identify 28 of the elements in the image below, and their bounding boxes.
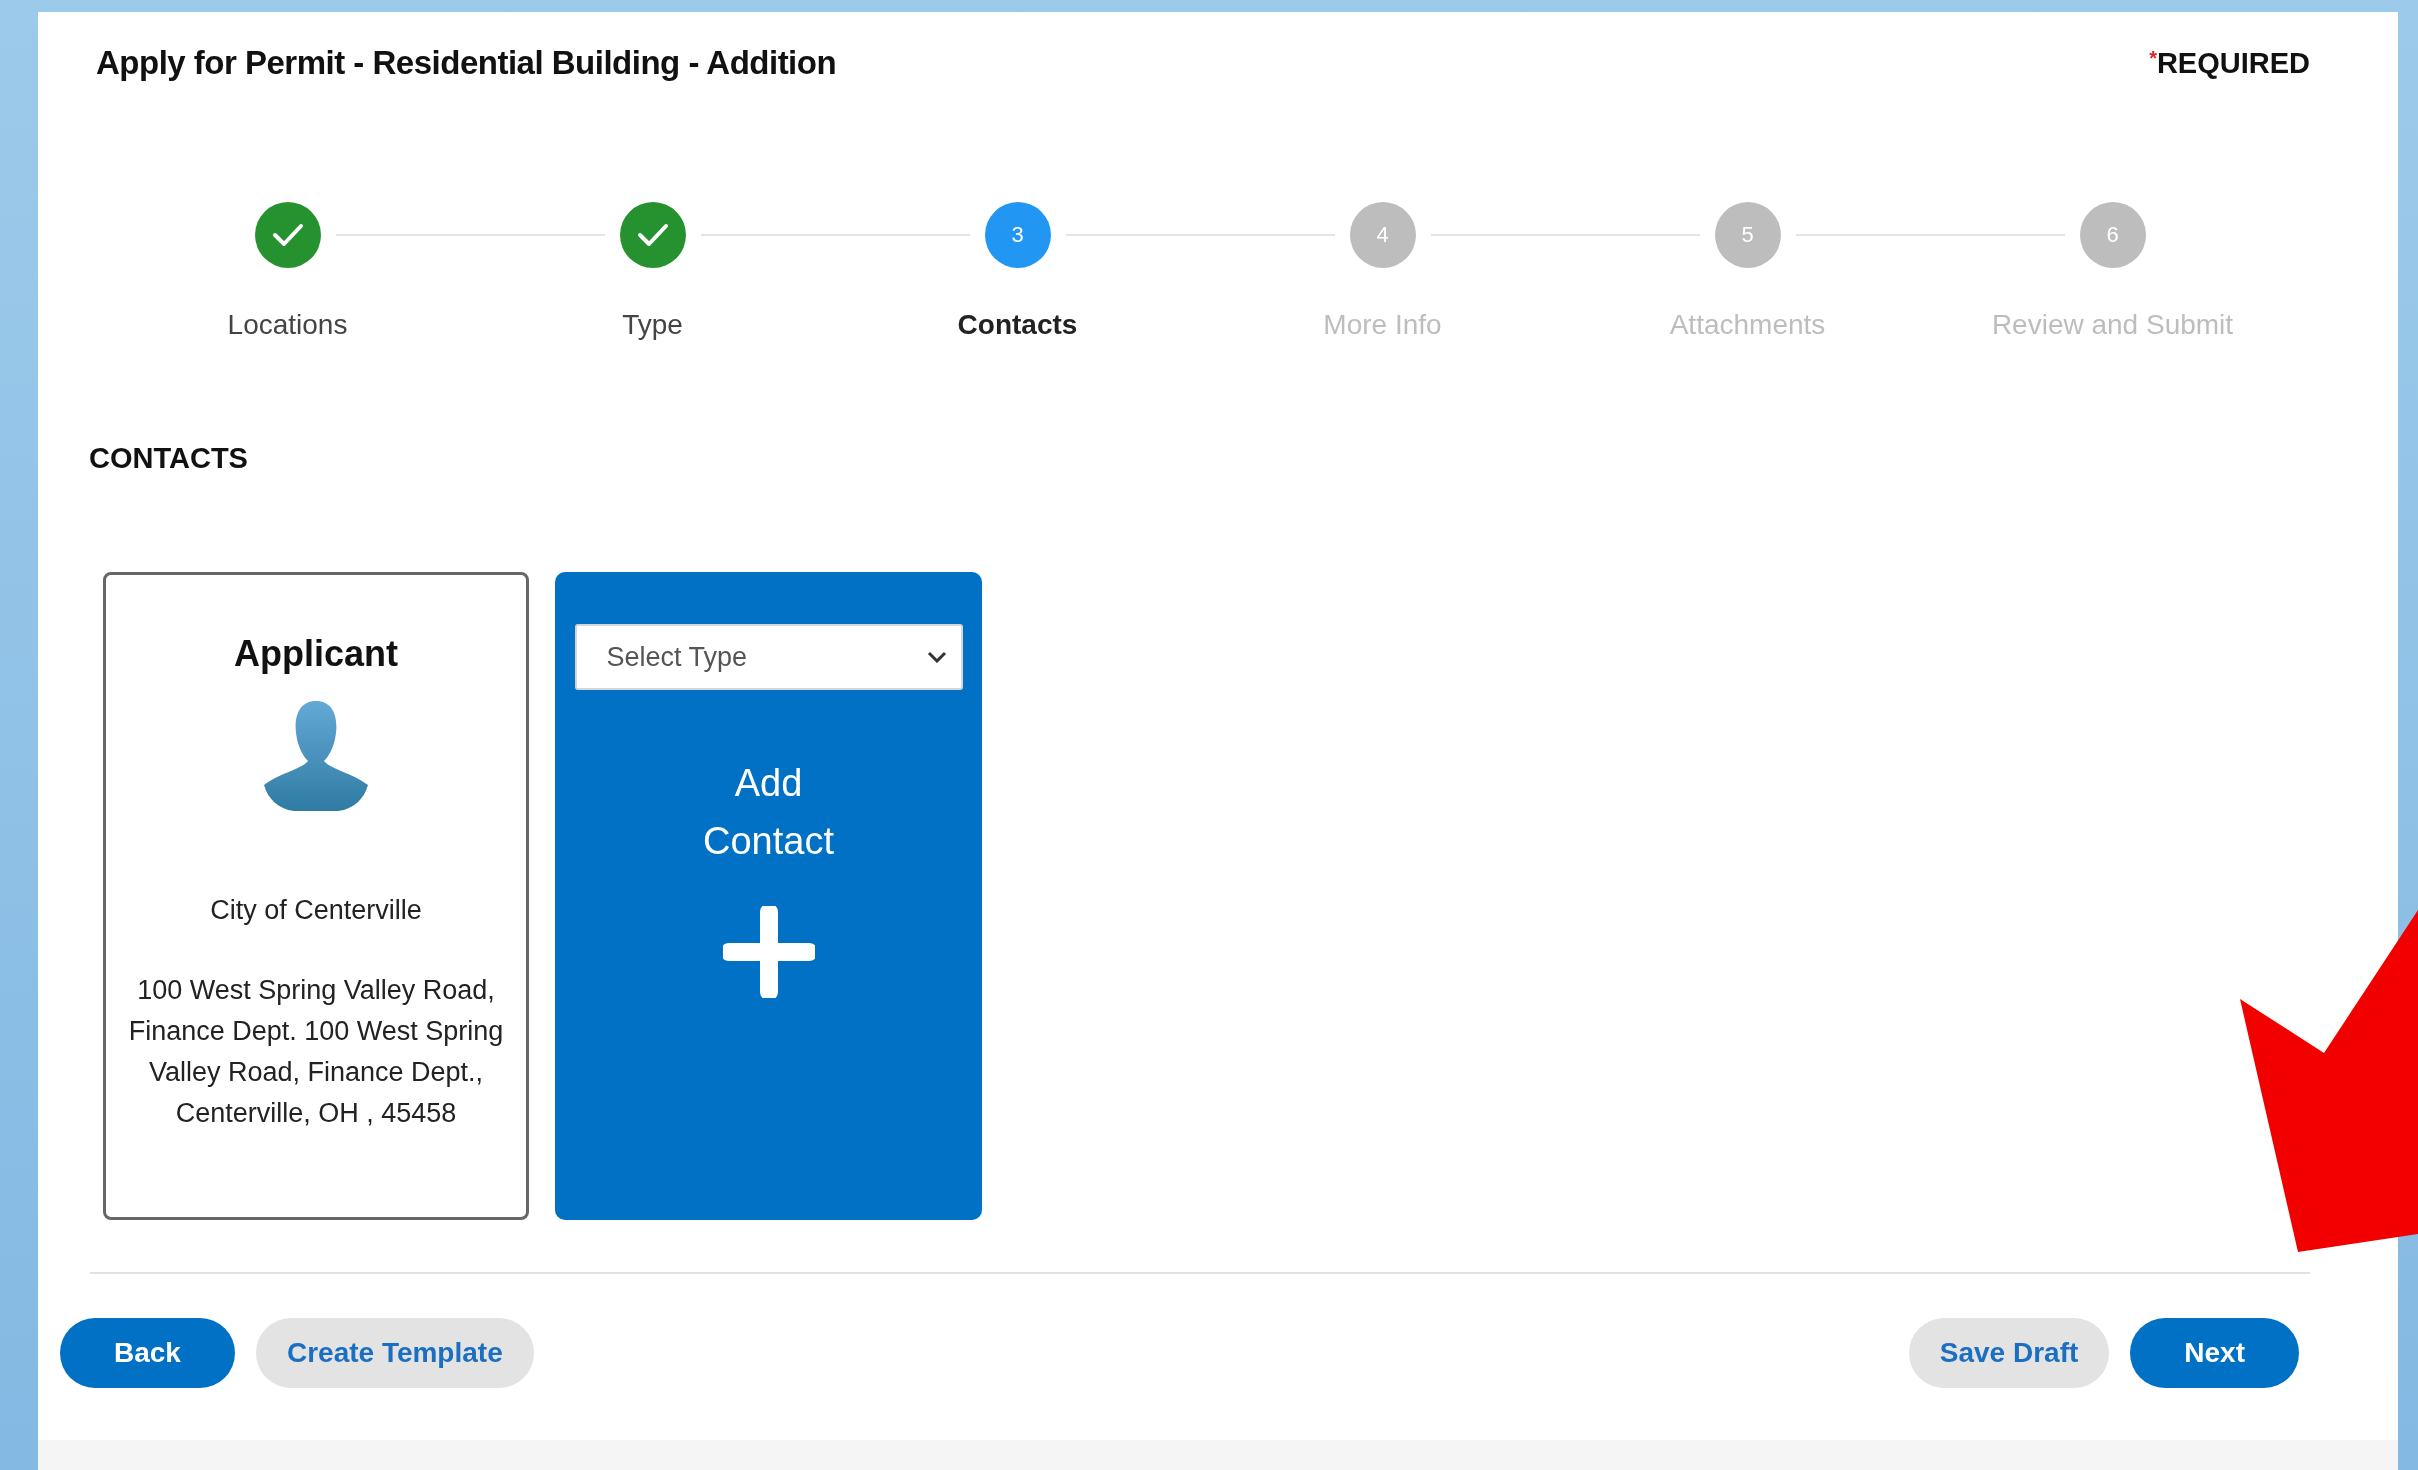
step-label: More Info (1323, 309, 1442, 341)
contact-card[interactable]: Applicant City of Centerville 100 West Spring Valley Road, Finance Dept. 100 West Spring Valley Road, Finance Dept., Centerville, OH , 45458 (103, 572, 529, 1220)
add-contact-card[interactable]: Select Type Add Contact (555, 572, 982, 1220)
footer-button[interactable]: Next (2130, 1318, 2299, 1388)
step-label: Locations (227, 309, 348, 341)
contact-role: Applicant (234, 633, 398, 675)
section-heading: CONTACTS (89, 442, 249, 475)
add-contact-label: Add Contact (702, 761, 835, 864)
footer-button[interactable]: Save Draft (1908, 1318, 2110, 1388)
step-label: Type (622, 309, 683, 341)
contact-name: City of Centerville (210, 895, 422, 926)
page-title: Apply for Permit - Residential Building - Addition (96, 44, 837, 82)
step-indicator: 4 (1349, 202, 1416, 268)
type-select[interactable]: Select Type (574, 624, 963, 690)
step-label: Review and Submit (1991, 309, 2234, 341)
footer-button[interactable]: Back (60, 1318, 235, 1388)
chevron-down-icon (926, 651, 947, 663)
step-indicator: 3 (984, 202, 1051, 268)
checkmark-icon (636, 222, 669, 248)
step-indicator: 6 (2079, 202, 2146, 268)
footer-button[interactable]: Create Template (255, 1318, 534, 1388)
required-note: *REQUIRED (2149, 46, 2310, 80)
step-label: Attachments (1669, 309, 1826, 341)
contact-address: 100 West Spring Valley Road, Finance Dept. 100 West Spring Valley Road, Finance Dept., Centerville, OH , 45458 (128, 974, 504, 1130)
checkmark-icon (271, 222, 304, 248)
plus-icon (722, 906, 815, 998)
step-label: Contacts (957, 309, 1078, 341)
step-indicator: 5 (1714, 202, 1781, 268)
